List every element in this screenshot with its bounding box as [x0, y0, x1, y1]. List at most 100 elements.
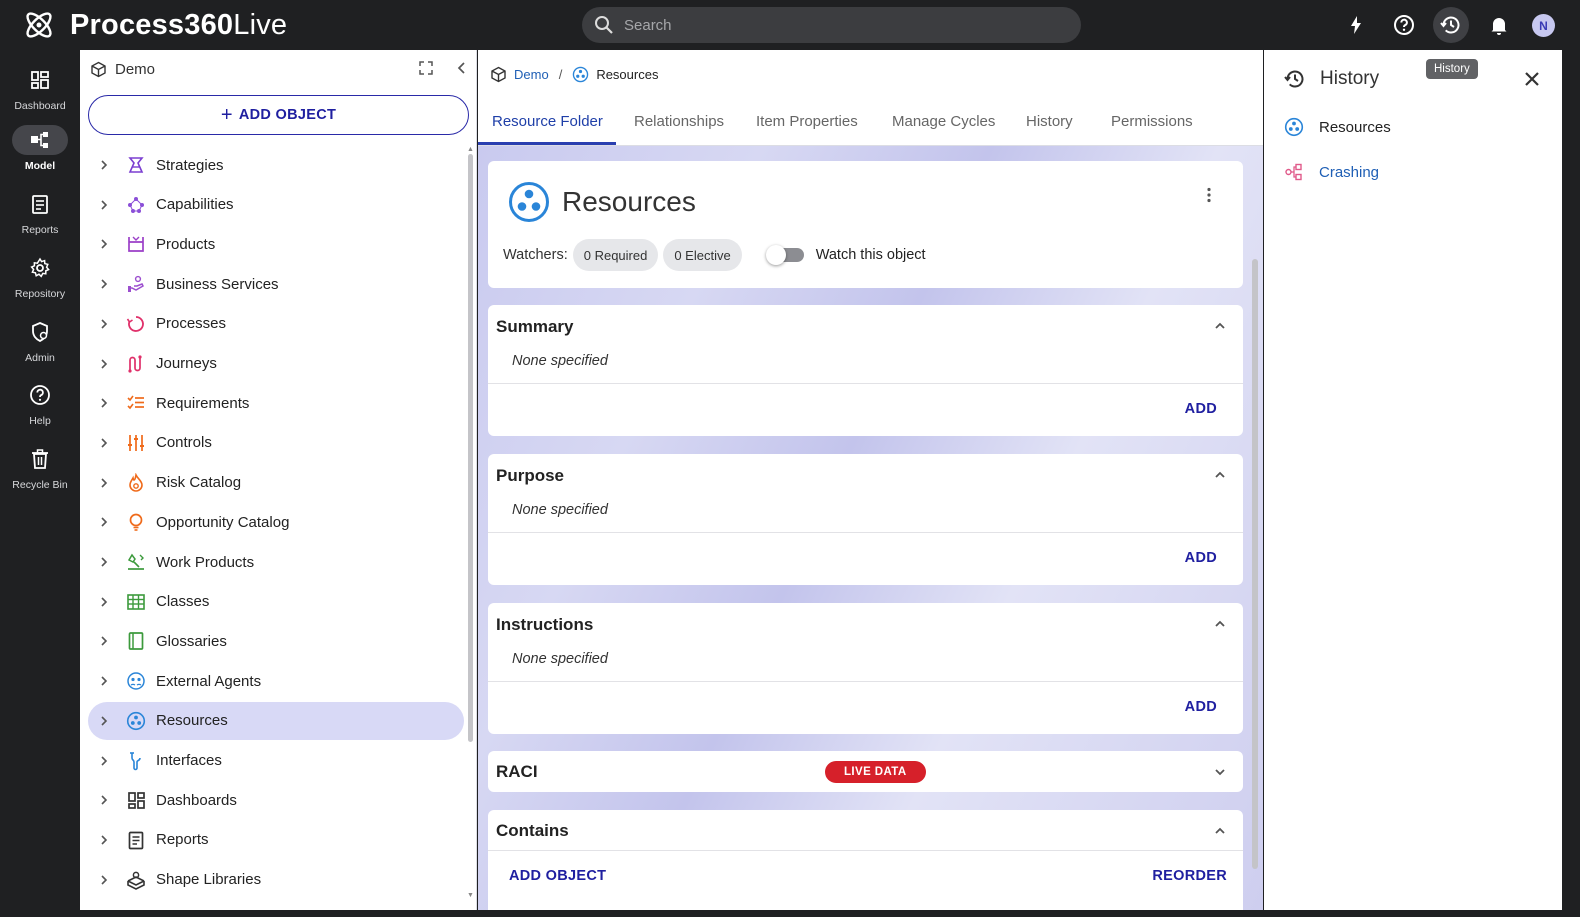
nav-recycle-bin[interactable]: Recycle Bin — [0, 444, 80, 502]
chevron-right-icon[interactable] — [98, 318, 110, 330]
tree-item-shape-libraries[interactable]: Shape Libraries — [88, 861, 464, 899]
tree-item-opportunity-catalog[interactable]: Opportunity Catalog — [88, 503, 464, 541]
nav-dashboard[interactable]: Dashboard — [0, 65, 80, 123]
summary-add-button[interactable]: ADD — [1185, 401, 1217, 417]
tree-item-business-services[interactable]: Business Services — [88, 265, 464, 303]
tree-item-processes[interactable]: Processes — [88, 305, 464, 343]
history-item-crashing[interactable]: Crashing — [1284, 162, 1379, 182]
more-options-icon[interactable] — [1201, 187, 1217, 203]
chevron-right-icon[interactable] — [98, 794, 110, 806]
nav-repository[interactable]: Repository — [0, 253, 80, 311]
instructions-add-button[interactable]: ADD — [1185, 699, 1217, 715]
user-avatar[interactable]: N — [1532, 14, 1555, 37]
close-icon[interactable] — [1522, 69, 1542, 89]
app-logo[interactable]: Process360Live — [22, 8, 287, 42]
chevron-right-icon[interactable] — [98, 635, 110, 647]
watch-toggle[interactable] — [765, 245, 804, 265]
chevron-up-icon[interactable] — [1213, 468, 1227, 482]
breadcrumb-current: Resources — [596, 66, 659, 82]
business-services-icon — [128, 275, 144, 293]
nav-help[interactable]: Help — [0, 380, 80, 438]
tab-resource-folder[interactable]: Resource Folder — [492, 113, 603, 130]
tree-item-reports[interactable]: Reports — [88, 821, 464, 859]
add-object-button[interactable]: + ADD OBJECT — [88, 95, 469, 135]
tree-item-strategies[interactable]: Strategies — [88, 146, 464, 184]
tree-item-glossaries[interactable]: Glossaries — [88, 622, 464, 660]
raci-section[interactable]: RACI LIVE DATA — [488, 751, 1243, 792]
flash-button[interactable] — [1338, 7, 1374, 43]
dashboards-icon — [128, 792, 145, 810]
contains-add-object-button[interactable]: ADD OBJECT — [509, 868, 606, 884]
tree-item-dashboards[interactable]: Dashboards — [88, 781, 464, 819]
chevron-right-icon[interactable] — [98, 278, 110, 290]
help-button[interactable] — [1386, 7, 1422, 43]
chevron-up-icon[interactable] — [1213, 617, 1227, 631]
tab-history[interactable]: History — [1026, 113, 1073, 130]
tree-scrollbar[interactable] — [468, 154, 473, 742]
process-node-icon — [1285, 163, 1302, 181]
chevron-up-icon[interactable] — [1213, 824, 1227, 838]
chevron-right-icon[interactable] — [98, 199, 110, 211]
tab-permissions[interactable]: Permissions — [1111, 113, 1193, 130]
required-watchers-chip[interactable]: 0 Required — [572, 239, 659, 271]
elective-watchers-chip[interactable]: 0 Elective — [663, 239, 742, 271]
purpose-add-button[interactable]: ADD — [1185, 550, 1217, 566]
tree-item-label: Opportunity Catalog — [156, 513, 290, 531]
history-button[interactable] — [1433, 7, 1469, 43]
tree-item-journeys[interactable]: Journeys — [88, 345, 464, 383]
chevron-up-icon[interactable] — [1213, 319, 1227, 333]
instructions-section: Instructions None specified ADD — [488, 603, 1243, 734]
reorder-button[interactable]: REORDER — [1152, 868, 1227, 884]
divider — [488, 383, 1243, 384]
chevron-right-icon[interactable] — [98, 715, 110, 727]
tree-item-external-agents[interactable]: External Agents — [88, 662, 464, 700]
toggle-knob — [765, 245, 786, 265]
history-header: History — [1284, 68, 1379, 90]
chevron-right-icon[interactable] — [98, 596, 110, 608]
chevron-right-icon[interactable] — [98, 874, 110, 886]
tree-item-controls[interactable]: Controls — [88, 424, 464, 462]
notifications-button[interactable] — [1481, 7, 1517, 43]
tree-item-classes[interactable]: Classes — [88, 583, 464, 621]
search-bar[interactable] — [582, 7, 1081, 43]
chevron-right-icon[interactable] — [98, 556, 110, 568]
collapse-panel-icon[interactable] — [454, 60, 470, 76]
nav-admin[interactable]: Admin — [0, 317, 80, 375]
search-input[interactable] — [624, 16, 1064, 34]
chevron-right-icon[interactable] — [98, 397, 110, 409]
tab-manage-cycles[interactable]: Manage Cycles — [892, 113, 995, 130]
chevron-right-icon[interactable] — [98, 477, 110, 489]
tab-item-properties[interactable]: Item Properties — [756, 113, 858, 130]
tree-item-resources[interactable]: Resources — [88, 701, 464, 740]
chevron-right-icon[interactable] — [98, 437, 110, 449]
chevron-right-icon[interactable] — [98, 755, 110, 767]
chevron-down-icon[interactable] — [1213, 765, 1227, 779]
divider — [488, 850, 1243, 851]
fullscreen-icon[interactable] — [418, 60, 434, 76]
tree-item-interfaces[interactable]: Interfaces — [88, 742, 464, 780]
tree-item-products[interactable]: Products — [88, 225, 464, 263]
tree-item-requirements[interactable]: Requirements — [88, 384, 464, 422]
nav-model[interactable]: Model — [0, 125, 80, 183]
chevron-right-icon[interactable] — [98, 834, 110, 846]
tab-relationships[interactable]: Relationships — [634, 113, 724, 130]
main-scrollbar[interactable] — [1252, 259, 1258, 869]
scroll-down-arrow[interactable]: ▼ — [467, 892, 474, 899]
tree-item-work-products[interactable]: Work Products — [88, 543, 464, 581]
scroll-up-arrow[interactable]: ▲ — [467, 146, 474, 153]
breadcrumb-demo[interactable]: Demo — [514, 67, 549, 82]
tree-root-label: Demo — [115, 60, 156, 78]
tree-item-label: Business Services — [156, 275, 279, 293]
history-item-resources[interactable]: Resources — [1284, 117, 1391, 137]
chevron-right-icon[interactable] — [98, 516, 110, 528]
tree-item-risk-catalog[interactable]: Risk Catalog — [88, 464, 464, 502]
help-icon — [1394, 15, 1414, 35]
model-tree-panel: Demo + ADD OBJECT Strategies Capabilities P… — [80, 50, 477, 910]
resources-icon — [1284, 117, 1304, 137]
chevron-right-icon[interactable] — [98, 675, 110, 687]
nav-reports[interactable]: Reports — [0, 189, 80, 247]
tree-item-capabilities[interactable]: Capabilities — [88, 186, 464, 224]
chevron-right-icon[interactable] — [98, 159, 110, 171]
chevron-right-icon[interactable] — [98, 358, 110, 370]
chevron-right-icon[interactable] — [98, 238, 110, 250]
